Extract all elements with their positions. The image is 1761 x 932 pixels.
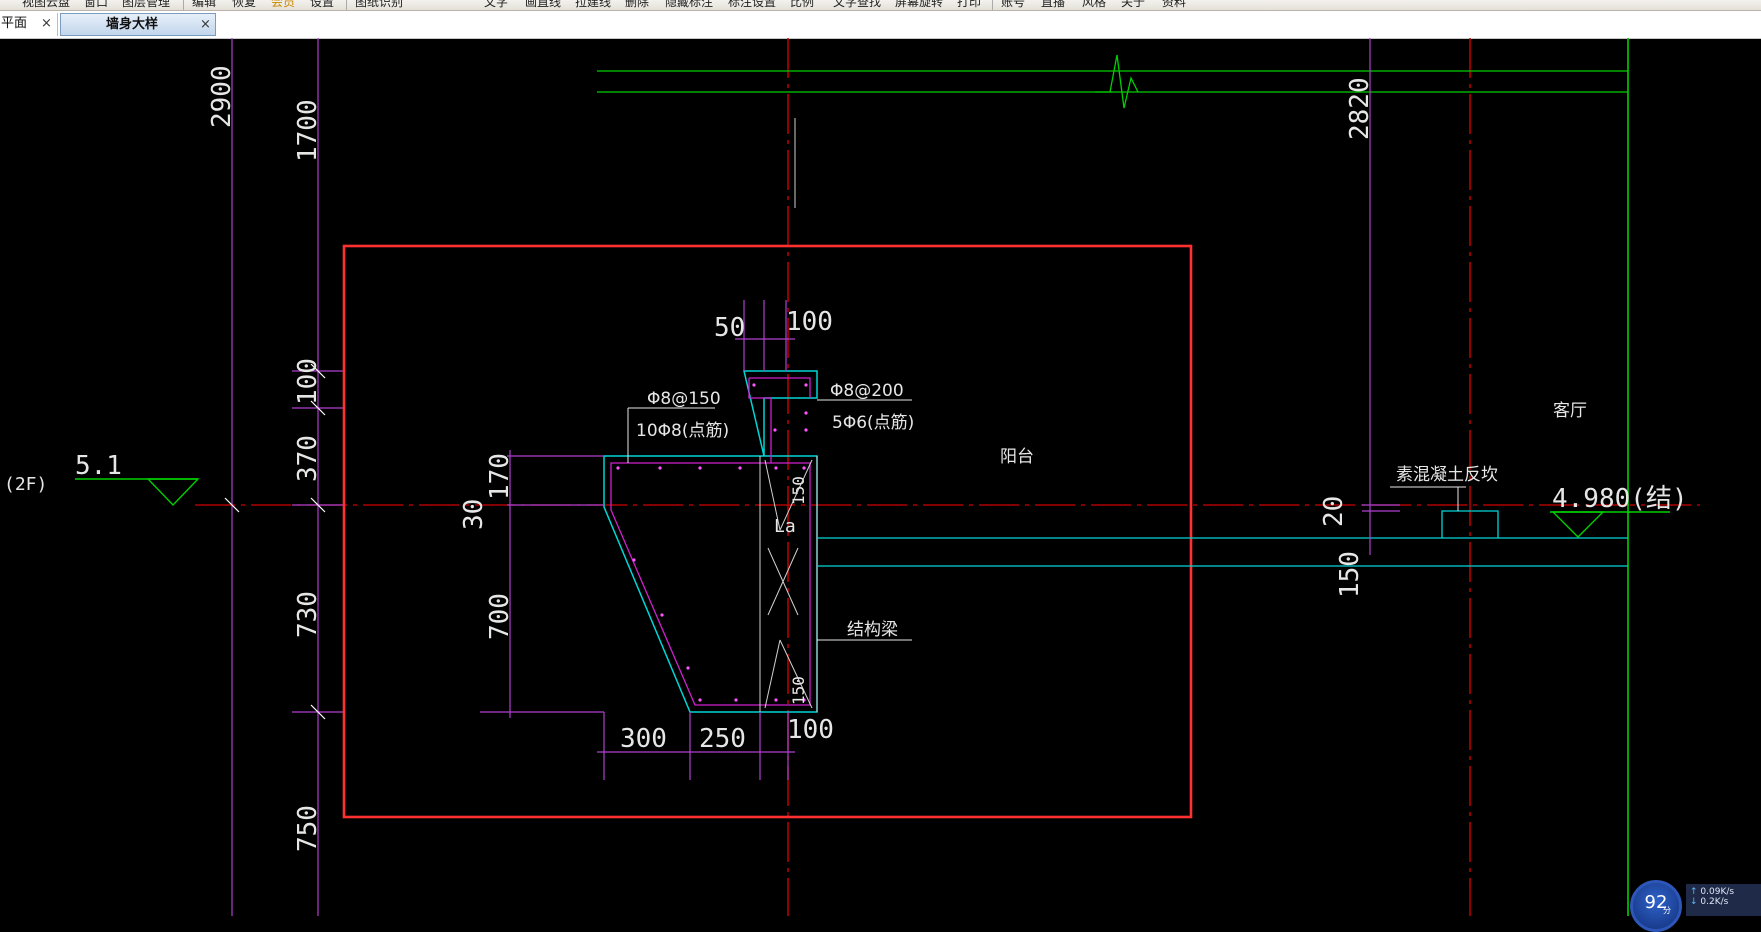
- dim-text-100-bottom: 100: [787, 715, 834, 745]
- dim-text-2820: 2820: [1345, 77, 1375, 140]
- dim-text-750: 750: [293, 805, 323, 852]
- rebar-label-right-top: Φ8@200: [830, 381, 904, 401]
- rebar-label-left-top: Φ8@150: [647, 389, 721, 409]
- menu-item-edit[interactable]: 编辑: [192, 0, 216, 10]
- dim-text-30: 30: [459, 499, 489, 530]
- tab-plan-label: 平面: [1, 16, 28, 31]
- dim-text-100-left: 100: [293, 358, 323, 405]
- section-dimension-lines: [480, 38, 1400, 780]
- upload-speed: 0.09K/s: [1700, 887, 1735, 897]
- menu-item-live[interactable]: 直播: [1041, 0, 1065, 10]
- menu-item-about[interactable]: 关于: [1121, 0, 1145, 10]
- menu-item-delete[interactable]: 删除: [625, 0, 649, 10]
- dim-text-700: 700: [485, 593, 515, 640]
- menu-item-find-text[interactable]: 文字查找: [833, 0, 881, 10]
- dim-text-300: 300: [620, 724, 667, 754]
- tab-wall-detail[interactable]: 墙身大样 ×: [60, 13, 216, 36]
- menu-item-style[interactable]: 风格: [1082, 0, 1106, 10]
- level-marker-left: [75, 478, 200, 507]
- beam-label: 结构梁: [847, 620, 898, 640]
- detail-selection-frame[interactable]: [342, 244, 1193, 819]
- dim-text-370: 370: [293, 435, 323, 482]
- menu-item-line[interactable]: 画直线: [525, 0, 561, 10]
- section-geometry: [603, 370, 1628, 713]
- floor-label: (2F): [4, 474, 47, 495]
- menu-item-cloud[interactable]: 视图云盘: [22, 0, 70, 10]
- living-room-label: 客厅: [1553, 401, 1587, 421]
- menu-item-account[interactable]: 账号: [1001, 0, 1025, 10]
- menu-bar: 视图云盘 窗口 图层管理 编辑 恢复 会员 设置 图纸识别 文字 画直线 拉建线…: [0, 0, 1761, 11]
- upload-arrow-icon: ↑: [1690, 887, 1698, 897]
- rebar-label-right-bottom: 5Φ6(点筋): [832, 413, 914, 433]
- level-marker-right: [1550, 511, 1670, 538]
- dim-text-170: 170: [485, 453, 515, 500]
- menu-item-scale[interactable]: 比例: [790, 0, 814, 10]
- menu-item-resources[interactable]: 资料: [1162, 0, 1186, 10]
- menu-item-settings[interactable]: 设置: [310, 0, 334, 10]
- tab-wall-detail-close-icon[interactable]: ×: [200, 14, 211, 35]
- menu-item-hide-dim[interactable]: 隐藏标注: [665, 0, 713, 10]
- network-speed-panel: ↑ 0.09K/s ↓ 0.2K/s: [1686, 884, 1761, 916]
- menu-item-pull[interactable]: 拉建线: [575, 0, 611, 10]
- menu-item-member[interactable]: 会员: [271, 0, 295, 10]
- menu-item-dim-settings[interactable]: 标注设置: [728, 0, 776, 10]
- tab-plan-close-icon[interactable]: ×: [41, 13, 52, 34]
- menu-item-text[interactable]: 文字: [484, 0, 508, 10]
- dim-text-1700: 1700: [293, 99, 323, 162]
- menu-item-rotate[interactable]: 屏幕旋转: [895, 0, 943, 10]
- inner-dim-150-top: 150: [789, 476, 808, 505]
- dim-text-20: 20: [1319, 496, 1349, 527]
- menu-item-layers[interactable]: 图层管理: [122, 0, 170, 10]
- dim-text-250: 250: [699, 724, 746, 754]
- speed-score-badge[interactable]: 92 分: [1630, 880, 1682, 932]
- dim-text-50: 50: [714, 313, 745, 343]
- tab-wall-detail-label: 墙身大样: [106, 17, 159, 32]
- dim-text-150-right: 150: [1335, 551, 1365, 598]
- dim-text-2900: 2900: [207, 65, 237, 128]
- cad-drawing-canvas[interactable]: 2900 1700 100 370 730 750 5.1 (2F) 50 10…: [0, 38, 1761, 916]
- download-arrow-icon: ↓: [1690, 897, 1698, 907]
- dim-text-100-top: 100: [786, 307, 833, 337]
- inner-dim-150-bottom: 150: [789, 676, 808, 705]
- level-text-left: 5.1: [75, 451, 122, 481]
- concrete-upturn-label: 素混凝土反坎: [1396, 465, 1498, 485]
- balcony-label: 阳台: [1000, 447, 1034, 467]
- menu-item-recognize[interactable]: 图纸识别: [355, 0, 403, 10]
- download-speed: 0.2K/s: [1700, 897, 1729, 907]
- menu-item-restore[interactable]: 恢复: [232, 0, 256, 10]
- tab-plan[interactable]: 平面 ×: [0, 13, 58, 36]
- left-dimension-lines: [224, 38, 345, 916]
- level-text-right: 4.980(结): [1552, 484, 1688, 514]
- menu-item-print[interactable]: 打印: [957, 0, 981, 10]
- document-tab-bar: 平面 × 墙身大样 ×: [0, 11, 1761, 39]
- menu-item-window[interactable]: 窗口: [84, 0, 108, 10]
- speed-score-unit: 分: [1663, 906, 1671, 915]
- rebar-label-left-bottom: 10Φ8(点筋): [636, 421, 729, 441]
- network-speed-widget[interactable]: 92 分 ↑ 0.09K/s ↓ 0.2K/s: [1630, 878, 1761, 932]
- dim-text-730: 730: [293, 591, 323, 638]
- la-label: La: [774, 516, 796, 537]
